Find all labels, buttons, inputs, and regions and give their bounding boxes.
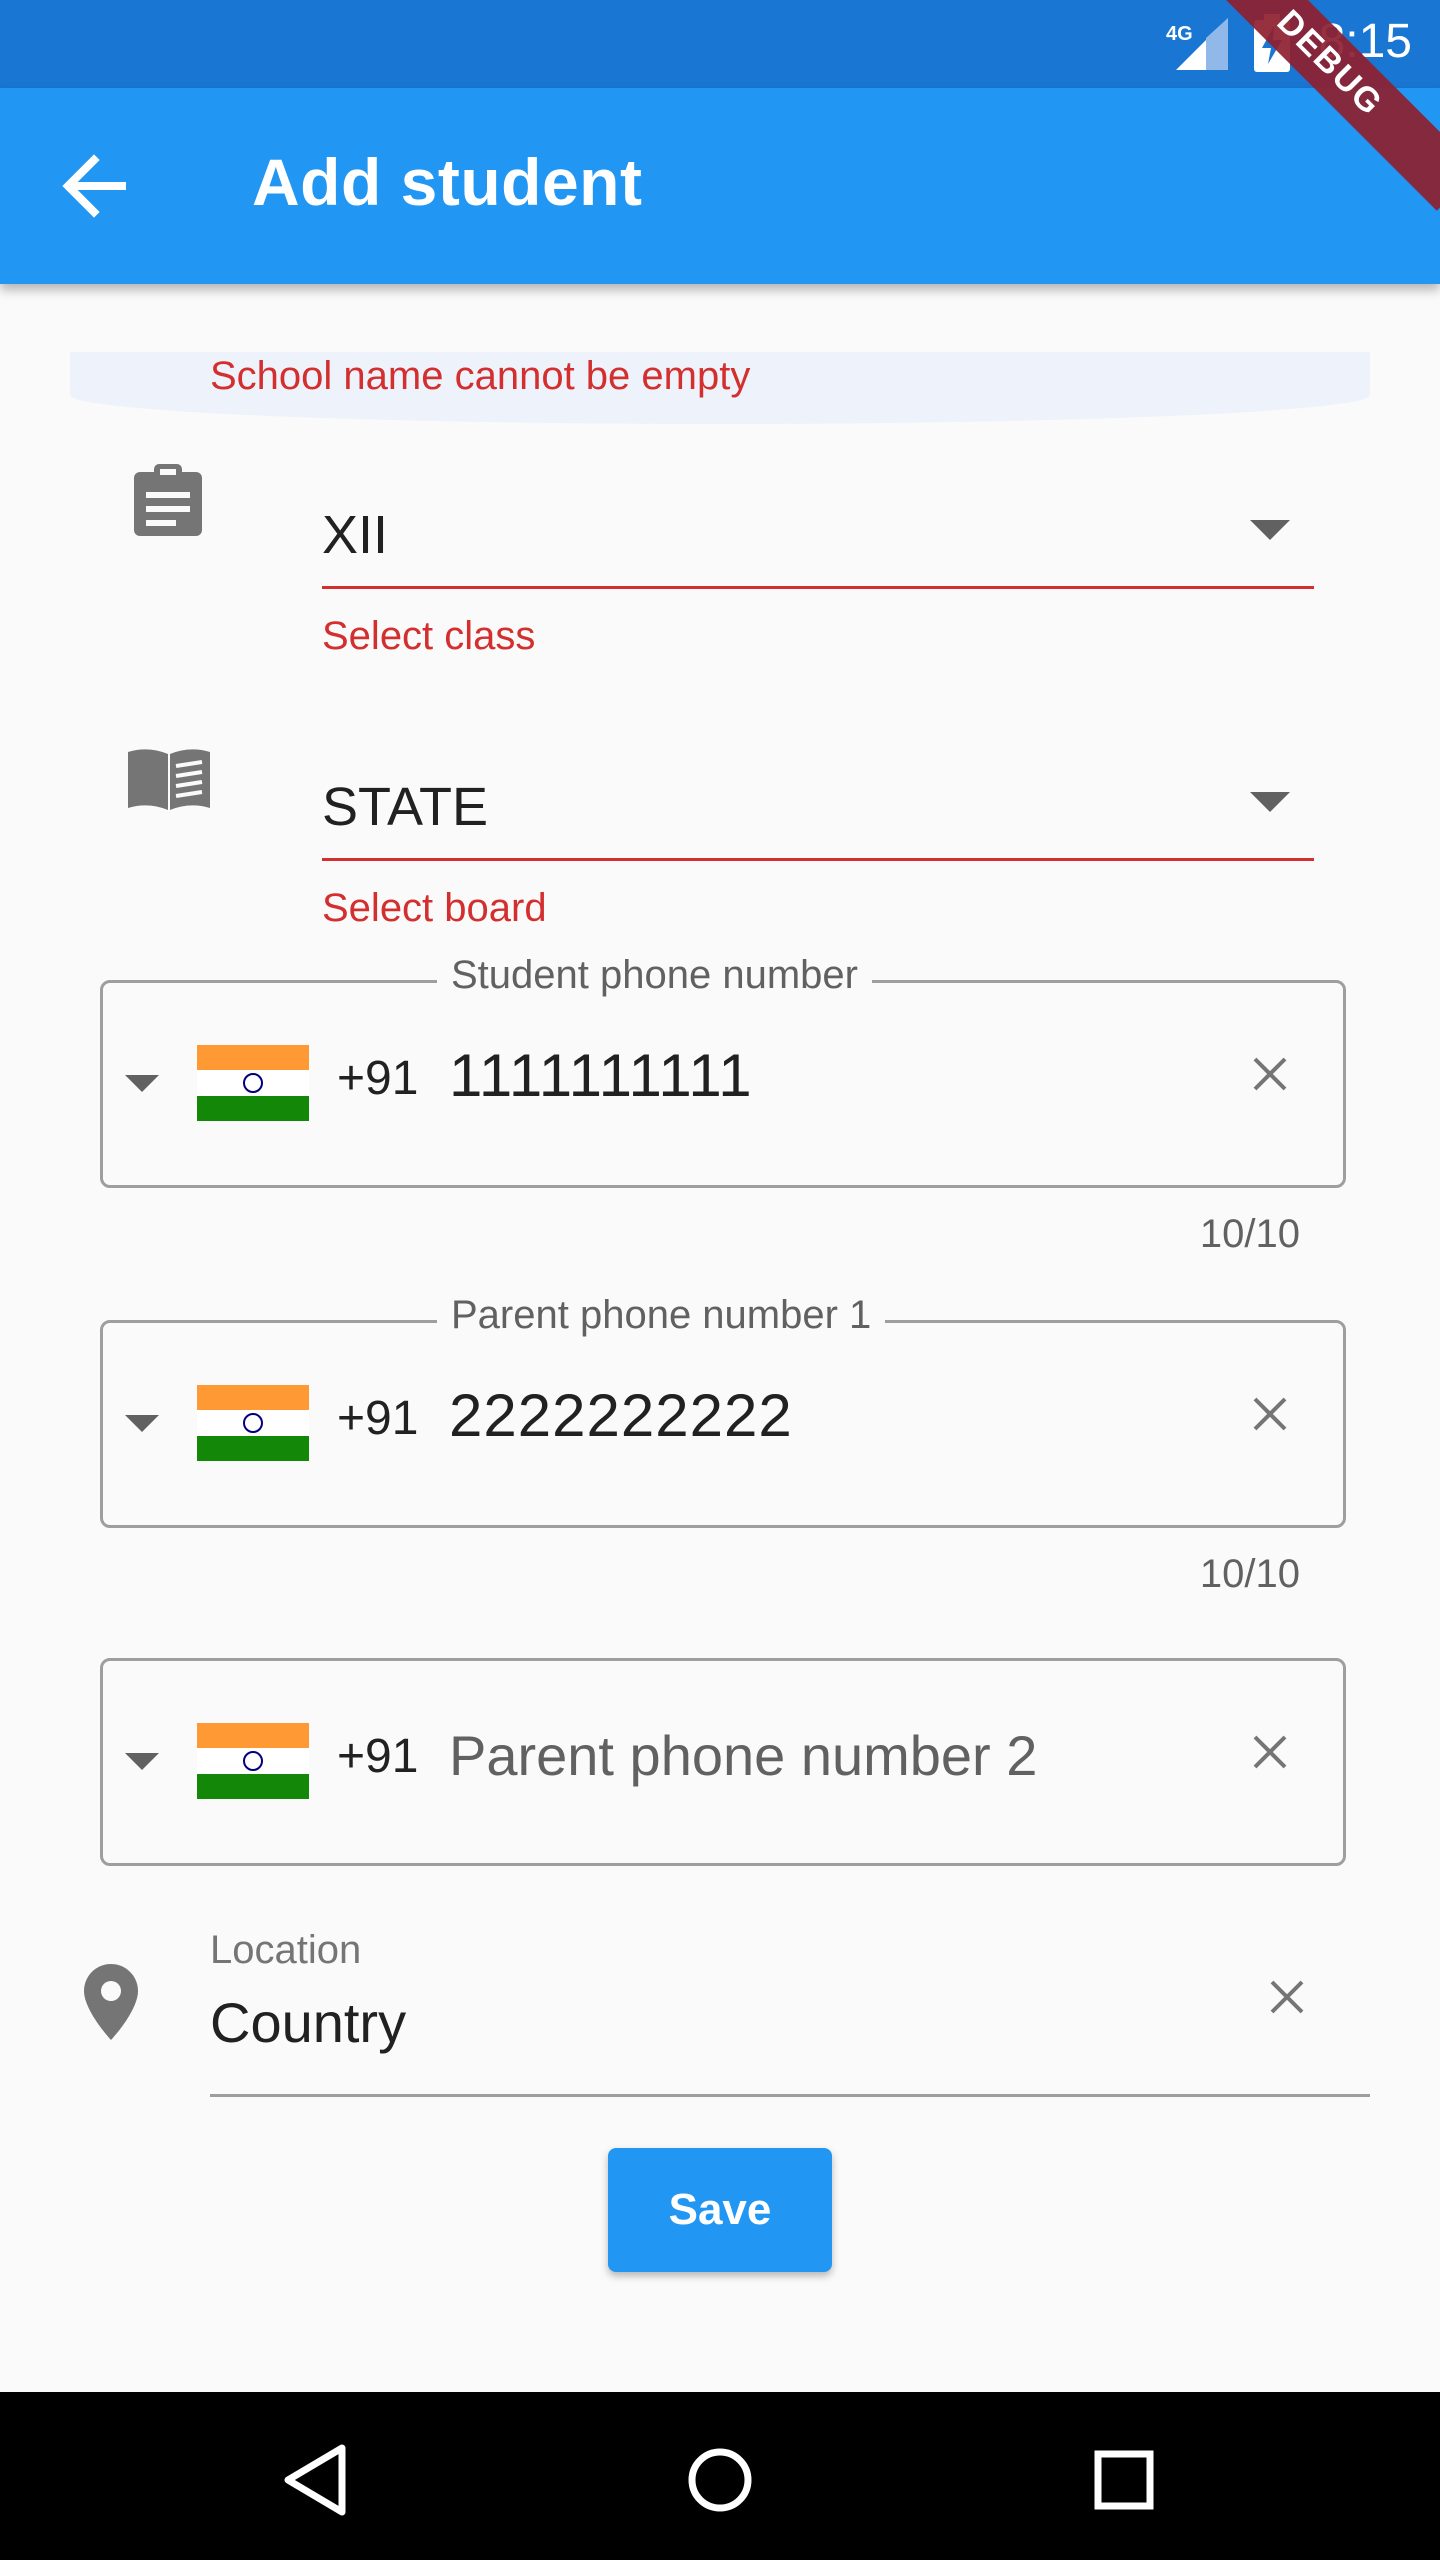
- student-phone-input[interactable]: 1111111111: [449, 1041, 753, 1110]
- nav-back-icon[interactable]: [266, 2430, 366, 2530]
- nav-recents-icon[interactable]: [1074, 2430, 1174, 2530]
- parent-phone-1-field[interactable]: Parent phone number 1 +91 2222222222: [100, 1293, 1346, 1528]
- school-error-text: School name cannot be empty: [210, 354, 751, 398]
- signal-4g-icon: 4G: [1166, 18, 1228, 70]
- dial-code: +91: [337, 1730, 419, 1783]
- board-value: STATE: [322, 777, 489, 837]
- app-bar: Add student: [0, 88, 1440, 284]
- back-button[interactable]: [52, 144, 144, 228]
- page-title: Add student: [252, 145, 643, 219]
- parent-phone-1-input[interactable]: 2222222222: [449, 1381, 793, 1450]
- student-phone-label: Student phone number: [437, 953, 872, 998]
- location-underline: [210, 2094, 1370, 2097]
- india-flag-icon[interactable]: [197, 1045, 309, 1121]
- nav-home-icon[interactable]: [670, 2430, 770, 2530]
- location-label: Location: [210, 1928, 362, 1972]
- arrow-back-icon: [62, 154, 126, 218]
- location-pin-icon: [84, 1964, 138, 2040]
- india-flag-icon[interactable]: [197, 1385, 309, 1461]
- save-button[interactable]: Save: [608, 2148, 832, 2272]
- dropdown-arrow-icon: [1250, 520, 1290, 540]
- parent-phone-2-input[interactable]: Parent phone number 2: [449, 1723, 1037, 1788]
- close-icon[interactable]: [1247, 1051, 1293, 1097]
- close-icon[interactable]: [1247, 1729, 1293, 1775]
- country-picker-caret-icon[interactable]: [125, 1415, 159, 1432]
- svg-text:4G: 4G: [1166, 23, 1193, 45]
- board-dropdown[interactable]: STATE: [322, 728, 1314, 861]
- location-input[interactable]: Country: [210, 1990, 406, 2055]
- navigation-bar: [0, 2392, 1440, 2560]
- board-error-text: Select board: [322, 886, 547, 930]
- country-picker-caret-icon[interactable]: [125, 1075, 159, 1092]
- close-icon[interactable]: [1264, 1974, 1310, 2020]
- book-icon: [128, 749, 210, 810]
- dropdown-arrow-icon: [1250, 792, 1290, 812]
- close-icon[interactable]: [1247, 1391, 1293, 1437]
- country-picker-caret-icon[interactable]: [125, 1753, 159, 1770]
- class-error-text: Select class: [322, 614, 536, 658]
- student-phone-counter: 10/10: [1199, 1212, 1300, 1256]
- status-bar: 4G 8:15: [0, 0, 1440, 88]
- parent-phone-1-label: Parent phone number 1: [437, 1293, 886, 1338]
- class-value: XII: [322, 505, 389, 565]
- dial-code: +91: [337, 1392, 419, 1445]
- dial-code: +91: [337, 1052, 419, 1105]
- assignment-icon: [134, 464, 202, 536]
- student-phone-field[interactable]: Student phone number +91 1111111111: [100, 953, 1346, 1188]
- parent-phone-1-counter: 10/10: [1199, 1552, 1300, 1596]
- parent-phone-2-field[interactable]: +91 Parent phone number 2: [100, 1658, 1346, 1866]
- class-dropdown[interactable]: XII: [322, 456, 1314, 589]
- india-flag-icon[interactable]: [197, 1723, 309, 1799]
